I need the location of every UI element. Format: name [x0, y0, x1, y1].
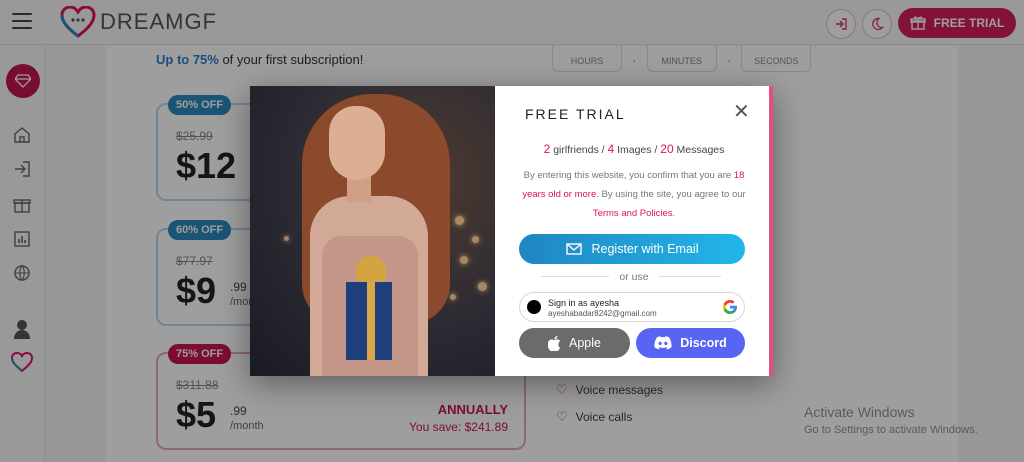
register-email-button[interactable]: Register with Email [519, 234, 745, 264]
or-use-divider: or use [495, 271, 773, 283]
discord-label: Discord [680, 336, 727, 350]
google-icon [723, 300, 737, 314]
bokeh-light [460, 256, 468, 264]
watermark-title: Activate Windows [804, 404, 915, 420]
google-signin-label: Sign in as ayesha [548, 298, 620, 308]
bokeh-light [455, 216, 464, 225]
gift-ribbon [367, 282, 375, 360]
modal-panel: FREE TRIAL ✕ 2 girlfriends / 4 Images / … [495, 86, 773, 376]
discord-icon [654, 336, 672, 350]
legal-part1: By entering this website, you confirm th… [523, 170, 734, 181]
gift-bow [356, 256, 386, 282]
apple-signin-button[interactable]: Apple [519, 328, 630, 358]
discord-signin-button[interactable]: Discord [636, 328, 745, 358]
figure-face [329, 106, 385, 180]
girlfriends-label: girlfriends / [550, 144, 608, 156]
bokeh-light [472, 236, 479, 243]
windows-activation-watermark: Activate Windows Go to Settings to activ… [804, 404, 978, 436]
or-use-text: or use [609, 271, 659, 283]
apple-icon [548, 335, 561, 351]
terms-link[interactable]: Terms and Policies [593, 208, 673, 219]
free-trial-modal: FREE TRIAL ✕ 2 girlfriends / 4 Images / … [250, 86, 773, 376]
google-account-email: ayeshabadar8242@gmail.com [548, 309, 657, 318]
trial-stats: 2 girlfriends / 4 Images / 20 Messages [495, 142, 773, 156]
messages-count: 20 [660, 142, 674, 156]
apple-label: Apple [569, 336, 601, 350]
bokeh-light [284, 236, 289, 241]
watermark-subtitle: Go to Settings to activate Windows. [804, 424, 978, 436]
messages-label: Messages [673, 144, 725, 156]
images-label: Images / [614, 144, 661, 156]
legal-part2: . By using the site, you agree to our [596, 189, 746, 200]
avatar [527, 300, 541, 314]
promo-image [250, 86, 495, 376]
bokeh-light [478, 282, 487, 291]
legal-text: By entering this website, you confirm th… [511, 166, 757, 223]
register-email-label: Register with Email [591, 242, 699, 256]
close-icon[interactable]: ✕ [733, 102, 750, 122]
modal-title: FREE TRIAL [525, 106, 626, 122]
bokeh-light [450, 294, 456, 300]
google-signin-button[interactable]: Sign in as ayesha ayeshabadar8242@gmail.… [519, 292, 745, 322]
envelope-icon [565, 243, 582, 255]
legal-part3: . [672, 208, 676, 219]
